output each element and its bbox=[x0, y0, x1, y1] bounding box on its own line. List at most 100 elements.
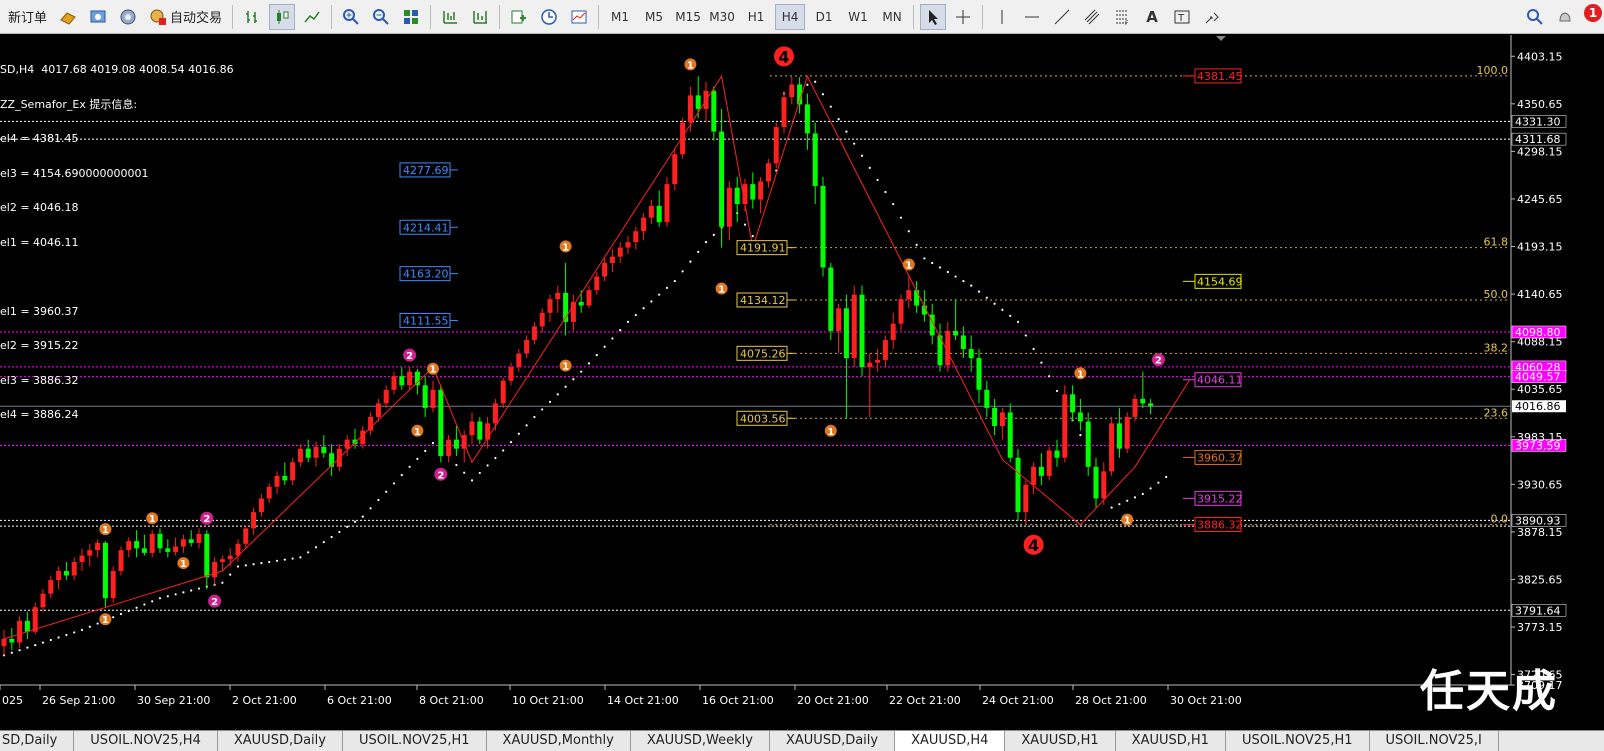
info-line bbox=[0, 271, 234, 283]
candle-body bbox=[149, 533, 155, 553]
market-watch-icon[interactable] bbox=[115, 4, 141, 30]
chart-tab[interactable]: SD,Daily bbox=[0, 731, 75, 751]
chart-end-marker bbox=[1216, 36, 1226, 41]
indicators-icon[interactable] bbox=[506, 4, 532, 30]
info-line: SD,H4 4017.68 4019.08 4008.54 4016.86 bbox=[0, 63, 234, 76]
sar-dot bbox=[1165, 475, 1168, 479]
sar-dot bbox=[572, 378, 575, 381]
candle-body bbox=[625, 242, 631, 248]
info-line: el3 = 4154.690000000001 bbox=[0, 166, 149, 180]
periods-clock-icon[interactable] bbox=[536, 4, 562, 30]
candle-body bbox=[851, 294, 857, 359]
chart-tab[interactable]: XAUUSD,Daily bbox=[770, 731, 896, 751]
notification-badge[interactable]: 1 bbox=[1584, 4, 1602, 22]
sar-dot bbox=[899, 216, 903, 219]
zoom-out-icon[interactable] bbox=[368, 4, 394, 30]
search-icon[interactable] bbox=[1522, 4, 1548, 30]
time-tick-label: 30 Sep 21:00 bbox=[137, 694, 210, 707]
chart-tab[interactable]: USOIL.NOV25,H4 bbox=[74, 731, 218, 751]
info-line: el2 = 4046.18 bbox=[0, 201, 79, 214]
candle-body bbox=[1085, 421, 1091, 467]
chart-tab[interactable]: USOIL.NOV25,H1 bbox=[1226, 731, 1370, 751]
gold-bars-icon[interactable] bbox=[55, 4, 81, 30]
auto-scroll-icon[interactable] bbox=[437, 4, 463, 30]
timeframe-d1[interactable]: D1 bbox=[809, 4, 839, 30]
sar-dot bbox=[502, 449, 505, 452]
candle-body bbox=[313, 446, 319, 458]
auto-trade-label: 自动交易 bbox=[170, 11, 223, 26]
sar-dot bbox=[845, 130, 848, 133]
timeframe-h4[interactable]: H4 bbox=[775, 3, 806, 30]
candle-body bbox=[672, 154, 678, 185]
horizontal-line-icon[interactable] bbox=[1019, 4, 1045, 30]
chart-tab[interactable]: XAUUSD,H1 bbox=[1116, 731, 1226, 751]
timeframe-m5[interactable]: M5 bbox=[639, 4, 669, 30]
fibonacci-retracement: 100.0 61.8 50.0 38.2 23.6 0.0 bbox=[770, 64, 1509, 526]
time-tick-label: 28 Oct 21:00 bbox=[1075, 694, 1147, 707]
sar-dot bbox=[814, 80, 817, 83]
sar-dot bbox=[416, 457, 419, 460]
notification-bell-icon[interactable] bbox=[1552, 4, 1578, 30]
price-tick-label: 4350.65 bbox=[1517, 98, 1563, 111]
sar-dot bbox=[525, 424, 528, 427]
timeframe-w1[interactable]: W1 bbox=[843, 4, 873, 30]
chart-tab[interactable]: XAUUSD,H1 bbox=[1005, 731, 1116, 751]
crosshair-icon[interactable] bbox=[950, 4, 976, 30]
channel-icon[interactable] bbox=[1079, 4, 1105, 30]
trend-line-icon[interactable] bbox=[1049, 4, 1075, 30]
semafor-level: 2 bbox=[437, 470, 444, 481]
candlestick-chart-icon[interactable] bbox=[269, 3, 296, 30]
sar-dot bbox=[634, 313, 637, 317]
auto-trade-button[interactable]: 自动交易 bbox=[145, 4, 226, 30]
sar-dot bbox=[385, 490, 388, 493]
time-tick-label: 20 Oct 21:00 bbox=[797, 694, 869, 707]
candle-body bbox=[1093, 466, 1099, 499]
price-tick-label: 3878.15 bbox=[1517, 526, 1563, 539]
line-chart-icon[interactable] bbox=[299, 4, 325, 30]
zoom-in-icon[interactable] bbox=[338, 4, 364, 30]
chart-shift-icon[interactable] bbox=[467, 4, 493, 30]
semafor-level: 1 bbox=[430, 365, 437, 376]
sar-dot bbox=[470, 479, 474, 482]
templates-icon[interactable] bbox=[566, 4, 592, 30]
fibonacci-icon[interactable]: F bbox=[1109, 4, 1135, 30]
candle-body bbox=[1101, 471, 1107, 499]
vertical-line-icon[interactable] bbox=[989, 4, 1015, 30]
tile-windows-icon[interactable] bbox=[398, 4, 424, 30]
text-label-icon[interactable]: T bbox=[1169, 4, 1195, 30]
chart-tab[interactable]: XAUUSD,Monthly bbox=[487, 731, 631, 751]
bar-chart-icon[interactable] bbox=[239, 4, 265, 30]
timeframe-m15[interactable]: M15 bbox=[673, 4, 703, 30]
cursor-icon[interactable] bbox=[920, 3, 947, 30]
sar-dot bbox=[1055, 389, 1059, 393]
price-chart[interactable]: 4331.304311.684098.804060.284049.573973.… bbox=[0, 35, 1604, 730]
chart-tab[interactable]: XAUUSD,H4 bbox=[895, 731, 1006, 751]
candle-body bbox=[485, 423, 491, 440]
chart-tab[interactable]: XAUUSD,Daily bbox=[218, 731, 343, 751]
text-icon[interactable]: A bbox=[1139, 4, 1165, 30]
timeframe-mn[interactable]: MN bbox=[877, 4, 907, 30]
time-tick-label: 16 Oct 21:00 bbox=[702, 694, 774, 707]
candle-body bbox=[110, 571, 116, 599]
candle-body bbox=[680, 122, 686, 155]
arrows-icon[interactable] bbox=[1199, 4, 1225, 30]
timeframe-m1[interactable]: M1 bbox=[605, 4, 635, 30]
timeframe-h1[interactable]: H1 bbox=[741, 4, 771, 30]
data-window-icon[interactable] bbox=[85, 4, 111, 30]
new-order-button[interactable]: 新订单 bbox=[4, 4, 51, 30]
semafor-level: 1 bbox=[414, 427, 421, 438]
chart-tab[interactable]: USOIL.NOV25,H1 bbox=[343, 731, 487, 751]
toolbar-separator bbox=[499, 4, 501, 29]
candle-body bbox=[297, 448, 303, 463]
timeframe-m30[interactable]: M30 bbox=[707, 4, 737, 30]
chart-tab[interactable]: USOIL.NOV25,I bbox=[1370, 731, 1499, 751]
candle-body bbox=[968, 349, 974, 359]
candle-body bbox=[711, 90, 717, 132]
candle-body bbox=[750, 184, 756, 200]
candle-body bbox=[1109, 423, 1115, 472]
candle-body bbox=[1132, 398, 1138, 417]
candle-body bbox=[1015, 457, 1021, 513]
candle-body bbox=[422, 385, 428, 408]
chart-tab[interactable]: XAUUSD,Weekly bbox=[631, 731, 770, 751]
candle-body bbox=[95, 542, 101, 551]
